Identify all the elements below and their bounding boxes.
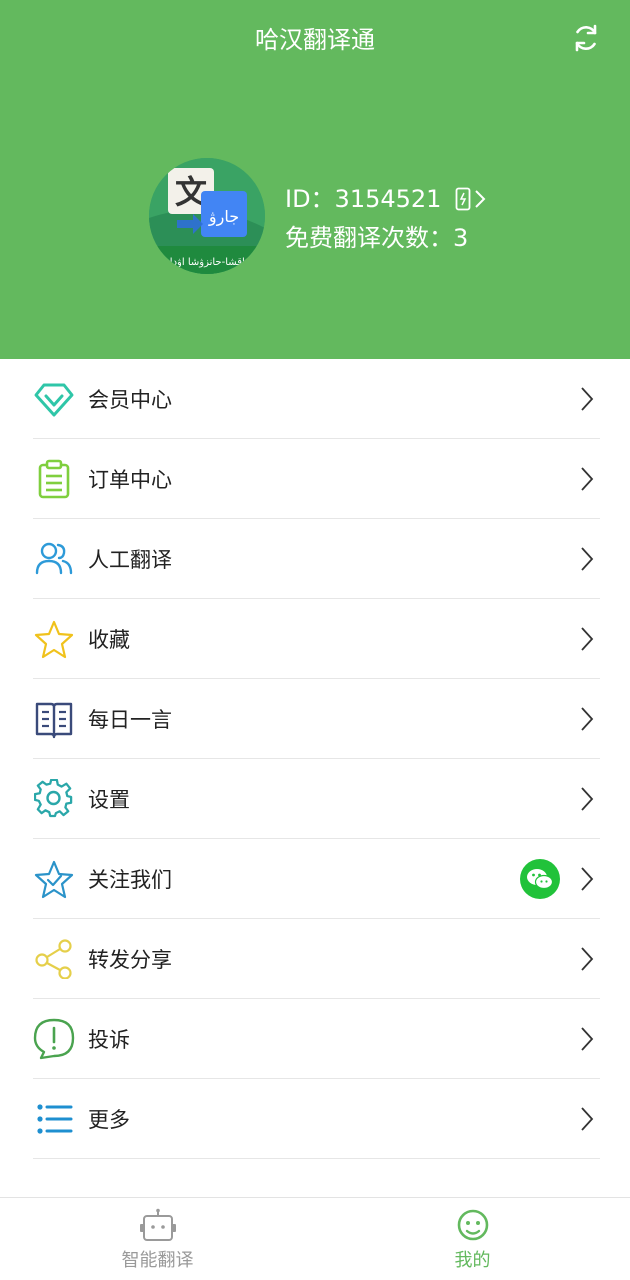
menu-item-complaint[interactable]: 投诉 — [33, 999, 600, 1079]
avatar-char-kz: جارۋ — [208, 207, 239, 227]
tab-mine[interactable]: 我的 — [315, 1198, 630, 1280]
chevron-right-icon — [572, 704, 594, 734]
refresh-icon — [575, 24, 597, 52]
profile-info: ID：3154521 免费翻译次数：3 — [285, 181, 487, 256]
user-id: ID：3154521 — [285, 185, 442, 213]
menu-item-label: 关注我们 — [88, 867, 172, 892]
menu-item-human-translation[interactable]: 人工翻译 — [33, 519, 600, 599]
phone-icon — [456, 187, 471, 211]
users-icon — [33, 538, 75, 580]
chevron-right-icon — [572, 864, 594, 894]
menu-item-label: 更多 — [88, 1107, 130, 1132]
menu-item-settings[interactable]: 设置 — [33, 759, 600, 839]
chevron-right-icon — [572, 464, 594, 494]
menu-item-favorites[interactable]: 收藏 — [33, 599, 600, 679]
menu-item-vip-center[interactable]: 会员中心 — [33, 359, 600, 439]
star-icon — [33, 618, 75, 660]
smile-icon — [457, 1209, 488, 1241]
avatar-banner-text: قازاقشا-حانزۋشا اۋدارما — [157, 257, 258, 268]
chevron-right-icon — [572, 544, 594, 574]
chevron-right-icon — [572, 1104, 594, 1134]
menu-item-follow-us[interactable]: 关注我们 — [33, 839, 600, 919]
menu-item-label: 订单中心 — [88, 467, 172, 492]
menu-item-label: 投诉 — [88, 1027, 130, 1052]
page-title: 哈汉翻译通 — [255, 26, 375, 54]
chevron-right-icon — [475, 190, 486, 208]
tab-label: 我的 — [454, 1250, 491, 1271]
menu-item-label: 会员中心 — [88, 387, 172, 412]
menu-item-label: 人工翻译 — [88, 547, 172, 572]
diamond-icon — [33, 378, 75, 420]
free-translation-count: 免费翻译次数：3 — [285, 224, 469, 252]
wechat-icon[interactable] — [520, 858, 560, 899]
app-logo-icon: 文 جارۋ قازاقشا-حانزۋشا اۋدارما — [149, 158, 265, 274]
chevron-right-icon — [572, 944, 594, 974]
menu-item-share[interactable]: 转发分享 — [33, 919, 600, 999]
book-icon — [33, 698, 75, 740]
complaint-icon — [33, 1018, 75, 1060]
menu-item-label: 设置 — [88, 787, 130, 812]
refresh-button[interactable] — [568, 20, 604, 56]
chevron-right-icon — [572, 384, 594, 414]
menu-item-daily-quote[interactable]: 每日一言 — [33, 679, 600, 759]
user-id-row[interactable]: ID：3154521 — [285, 181, 487, 217]
chevron-right-icon — [572, 1024, 594, 1054]
tab-label: 智能翻译 — [121, 1250, 194, 1271]
tab-smart-translate[interactable]: 智能翻译 — [0, 1198, 315, 1280]
clipboard-icon — [33, 458, 75, 500]
menu-item-more[interactable]: 更多 — [33, 1079, 600, 1159]
menu-item-order-center[interactable]: 订单中心 — [33, 439, 600, 519]
profile-header: 哈汉翻译通 文 جارۋ قازاقشا-حانزۋشا اۋدارما ID：… — [0, 0, 630, 359]
chevron-right-icon — [572, 624, 594, 654]
menu-item-label: 转发分享 — [88, 947, 172, 972]
app-root: 哈汉翻译通 文 جارۋ قازاقشا-حانزۋشا اۋدارما ID：… — [0, 0, 630, 1280]
gear-icon — [33, 778, 75, 820]
bottom-tab-bar: 智能翻译 我的 — [0, 1197, 630, 1280]
menu-item-label: 每日一言 — [88, 707, 172, 732]
list-icon — [33, 1098, 75, 1140]
share-icon — [33, 938, 75, 980]
menu-item-label: 收藏 — [88, 627, 130, 652]
robot-icon — [139, 1208, 176, 1241]
chevron-right-icon — [572, 784, 594, 814]
avatar[interactable]: 文 جارۋ قازاقشا-حانزۋشا اۋدارما — [149, 158, 265, 274]
star-check-icon — [33, 858, 75, 900]
menu-list: 会员中心 订单中心 人工翻译 收藏 每日一言 设置 关注我们 转发分享 投诉 更… — [0, 359, 630, 1159]
